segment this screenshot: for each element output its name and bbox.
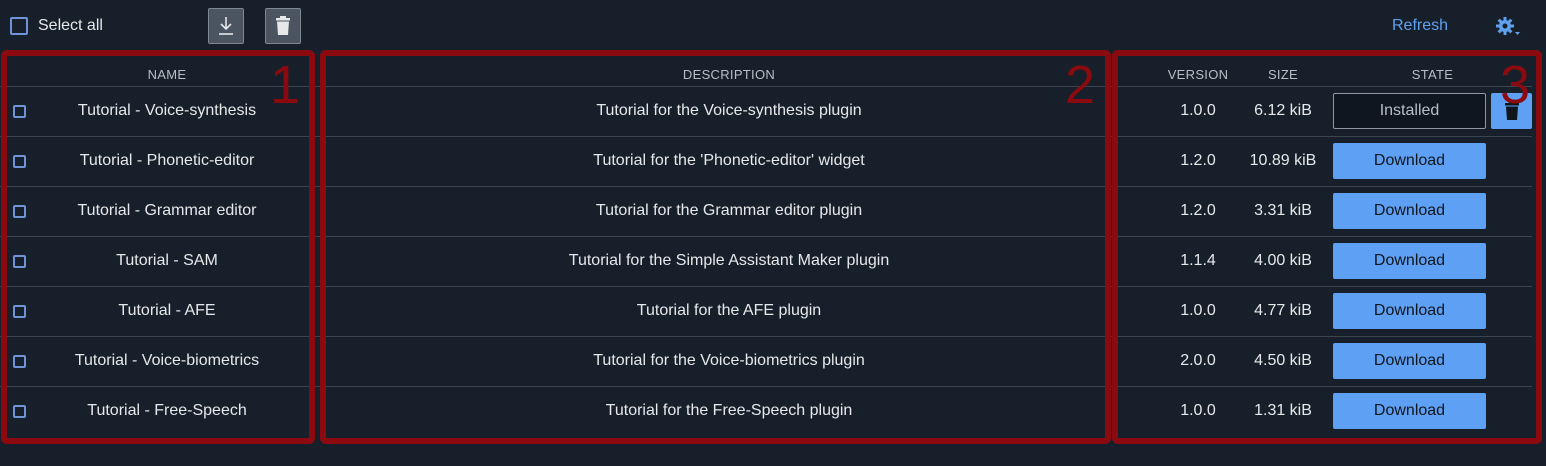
annotation-label-3: 3 — [1500, 55, 1531, 115]
refresh-link[interactable]: Refresh — [1392, 17, 1448, 35]
annotation-box-2 — [320, 50, 1111, 444]
select-all-checkbox[interactable] — [10, 17, 28, 35]
annotation-label-1: 1 — [270, 55, 301, 115]
trash-icon — [276, 16, 290, 35]
toolbar: Select all Refresh — [0, 0, 1546, 52]
annotation-box-3 — [1112, 50, 1542, 444]
download-selected-button[interactable] — [208, 8, 244, 44]
select-all-label[interactable]: Select all — [38, 17, 103, 35]
gear-icon — [1496, 17, 1520, 35]
download-icon — [219, 17, 233, 35]
settings-menu-button[interactable] — [1495, 16, 1521, 38]
delete-selected-button[interactable] — [265, 8, 301, 44]
annotation-box-1 — [1, 50, 315, 444]
annotation-label-2: 2 — [1065, 55, 1096, 115]
